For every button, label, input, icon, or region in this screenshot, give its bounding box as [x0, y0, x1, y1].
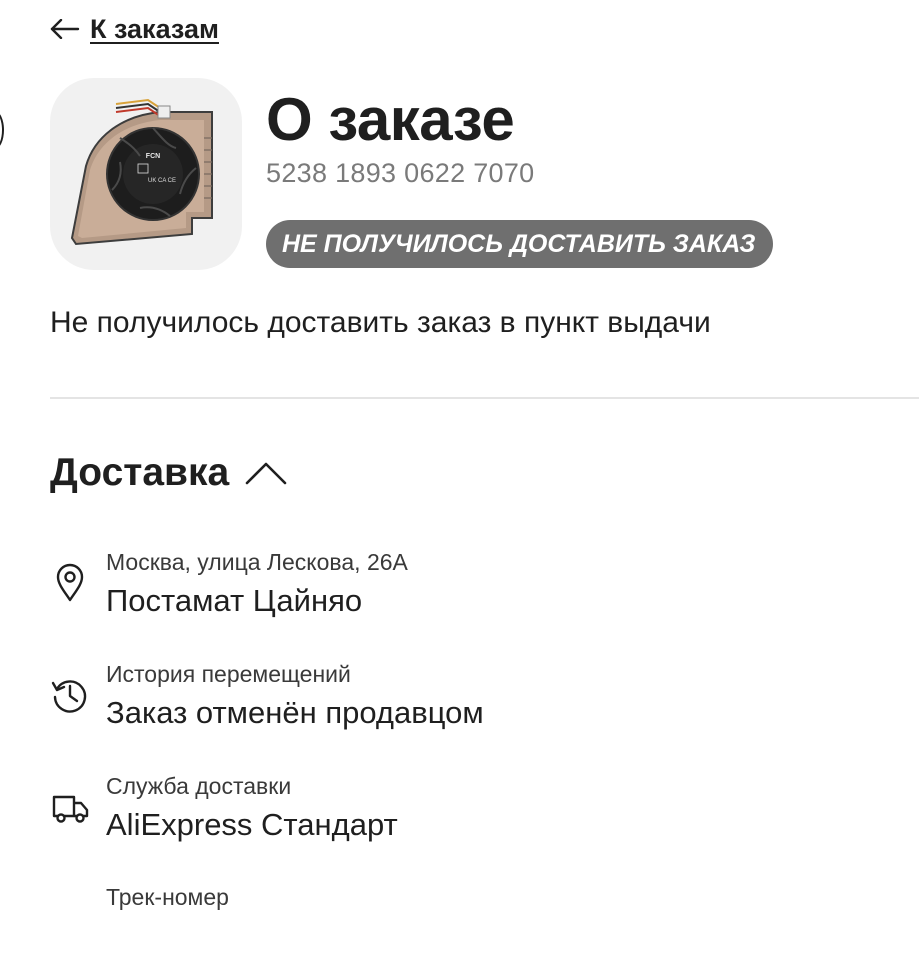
delivery-service-label: Служба доставки [106, 773, 292, 799]
delivery-service-row[interactable]: Служба доставки AliExpress Стандарт [50, 773, 870, 853]
back-link-label: К заказам [90, 13, 219, 44]
pickup-point-value: Постамат Цайняо [106, 583, 363, 618]
history-icon [51, 680, 87, 713]
delivery-service-value: AliExpress Стандарт [106, 807, 398, 842]
page-title: О заказе [266, 86, 515, 153]
section-divider [50, 397, 919, 399]
arrow-left-icon [50, 19, 80, 39]
track-number-label: Трек-номер [106, 884, 229, 910]
fan-brand-text: FCN [146, 153, 160, 160]
fan-cert-marks: UK CA CE [148, 178, 176, 184]
truck-icon [52, 795, 89, 823]
delivery-section-toggle[interactable]: Доставка [50, 448, 287, 498]
status-badge: НЕ ПОЛУЧИЛОСЬ ДОСТАВИТЬ ЗАКАЗ [266, 220, 774, 268]
tracking-history-row[interactable]: История перемещений Заказ отменён продав… [50, 661, 870, 741]
edge-partial-control [0, 111, 4, 149]
tracking-history-value: Заказ отменён продавцом [106, 695, 484, 730]
product-image[interactable]: FCN UK CA CE [50, 78, 242, 270]
chevron-up-icon [245, 462, 287, 485]
location-pin-icon [56, 563, 84, 602]
tracking-history-label: История перемещений [106, 661, 351, 687]
cooling-fan-image: FCN UK CA CE [70, 98, 213, 246]
delivery-address-label: Москва, улица Лескова, 26А [106, 549, 408, 575]
status-message: Не получилось доставить заказ в пункт вы… [50, 306, 711, 339]
order-number: 5238 1893 0622 7070 [266, 158, 535, 188]
delivery-section-title: Доставка [50, 451, 230, 494]
back-to-orders-link[interactable]: К заказам [50, 12, 219, 46]
track-number-row[interactable]: Трек-номер [50, 884, 870, 964]
delivery-address-row[interactable]: Москва, улица Лескова, 26А Постамат Цайн… [50, 549, 870, 629]
